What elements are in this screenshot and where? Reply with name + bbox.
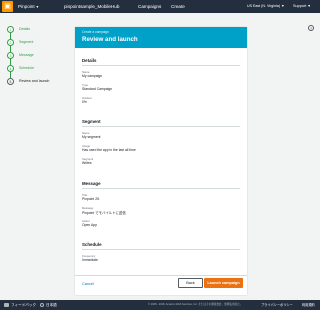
step-label: Review and launch: [19, 79, 50, 83]
step-details[interactable]: 1 Details: [7, 26, 67, 34]
message-title-value: Pinpoint 25.: [82, 197, 100, 201]
step-label: Schedule: [19, 66, 34, 70]
top-navigation-bar: ▣ Pinpoint▼ pinpointsample_MobileHub Cam…: [0, 0, 320, 13]
section-divider: [82, 126, 240, 127]
chevron-down-icon: ▼: [307, 4, 311, 8]
support-menu[interactable]: Support▼: [293, 0, 311, 13]
step-schedule[interactable]: 4 Schedule: [7, 65, 67, 73]
section-divider: [82, 249, 240, 250]
step-number: 5: [7, 78, 14, 85]
language-selector[interactable]: 日本語: [40, 300, 57, 310]
name-value: My campaign: [82, 74, 103, 78]
step-label: Segment: [19, 40, 34, 44]
step-connector: [10, 72, 11, 78]
privacy-policy-link[interactable]: プライバシーポリシー: [261, 300, 293, 310]
step-label: Message: [19, 53, 34, 57]
step-connector: [10, 33, 11, 39]
action-value: Open App: [82, 223, 98, 227]
globe-icon: [40, 303, 44, 308]
holdout-value: 0%: [82, 100, 87, 104]
step-number: 4: [7, 65, 14, 72]
step-number: 1: [7, 26, 14, 33]
feedback-button[interactable]: フィードバック: [4, 300, 36, 310]
support-label: Support: [293, 4, 307, 8]
message-section-title: Message: [82, 181, 101, 186]
cancel-link[interactable]: Cancel: [82, 282, 94, 286]
message-body-value: Pinpoint でモバイルトに送信: [82, 211, 126, 215]
section-divider: [82, 188, 240, 189]
step-number: 2: [7, 39, 14, 46]
schedule-section-title: Schedule: [82, 242, 102, 247]
segment-filter-value: Writes: [82, 161, 92, 165]
help-icon[interactable]: ?: [308, 25, 314, 31]
step-label: Details: [19, 27, 30, 31]
segment-name-value: My segment: [82, 135, 101, 139]
aws-logo-icon[interactable]: ▣: [2, 1, 13, 12]
page-title: Review and launch: [82, 36, 138, 43]
copyright-text: © 2008 - 2018, Amazon Web Services, Inc.…: [148, 303, 243, 306]
footer-divider: [75, 275, 247, 276]
launch-campaign-button[interactable]: Launch campaign: [204, 278, 243, 288]
back-button[interactable]: Back: [178, 278, 203, 288]
region-label: US East (N. Virginia): [247, 4, 281, 8]
usage-value: Has used the app in the last all time: [82, 148, 136, 152]
chevron-down-icon: ▼: [281, 4, 285, 8]
chevron-down-icon: ▼: [35, 5, 40, 9]
details-section-title: Details: [82, 58, 97, 63]
create-breadcrumb: Create: [171, 4, 185, 9]
step-connector: [10, 46, 11, 52]
feedback-icon: [4, 303, 9, 308]
project-link[interactable]: pinpointsample_MobileHub: [64, 0, 119, 13]
region-selector[interactable]: US East (N. Virginia)▼: [247, 0, 285, 13]
step-review-and-launch[interactable]: 5 Review and launch: [7, 78, 67, 86]
campaigns-link[interactable]: Campaigns: [138, 0, 161, 13]
service-label: Pinpoint: [18, 4, 35, 9]
review-panel: Create a campaign Review and launch Deta…: [75, 27, 247, 295]
type-value: Standard Campaign: [82, 87, 113, 91]
step-connector: [10, 59, 11, 65]
terms-link[interactable]: 利用規約: [302, 300, 315, 310]
panel-header: Create a campaign Review and launch: [75, 27, 247, 48]
step-message[interactable]: 3 Message: [7, 52, 67, 60]
frequency-value: Immediate: [82, 258, 98, 262]
section-divider: [82, 65, 240, 66]
service-menu[interactable]: Pinpoint▼: [18, 0, 39, 13]
feedback-label: フィードバック: [11, 303, 37, 307]
segment-section-title: Segment: [82, 119, 101, 124]
panel-breadcrumb: Create a campaign: [82, 30, 109, 34]
language-label: 日本語: [46, 303, 57, 307]
console-footer: フィードバック 日本語 © 2008 - 2018, Amazon Web Se…: [0, 300, 320, 310]
step-number: 3: [7, 52, 14, 59]
step-segment[interactable]: 2 Segment: [7, 39, 67, 47]
